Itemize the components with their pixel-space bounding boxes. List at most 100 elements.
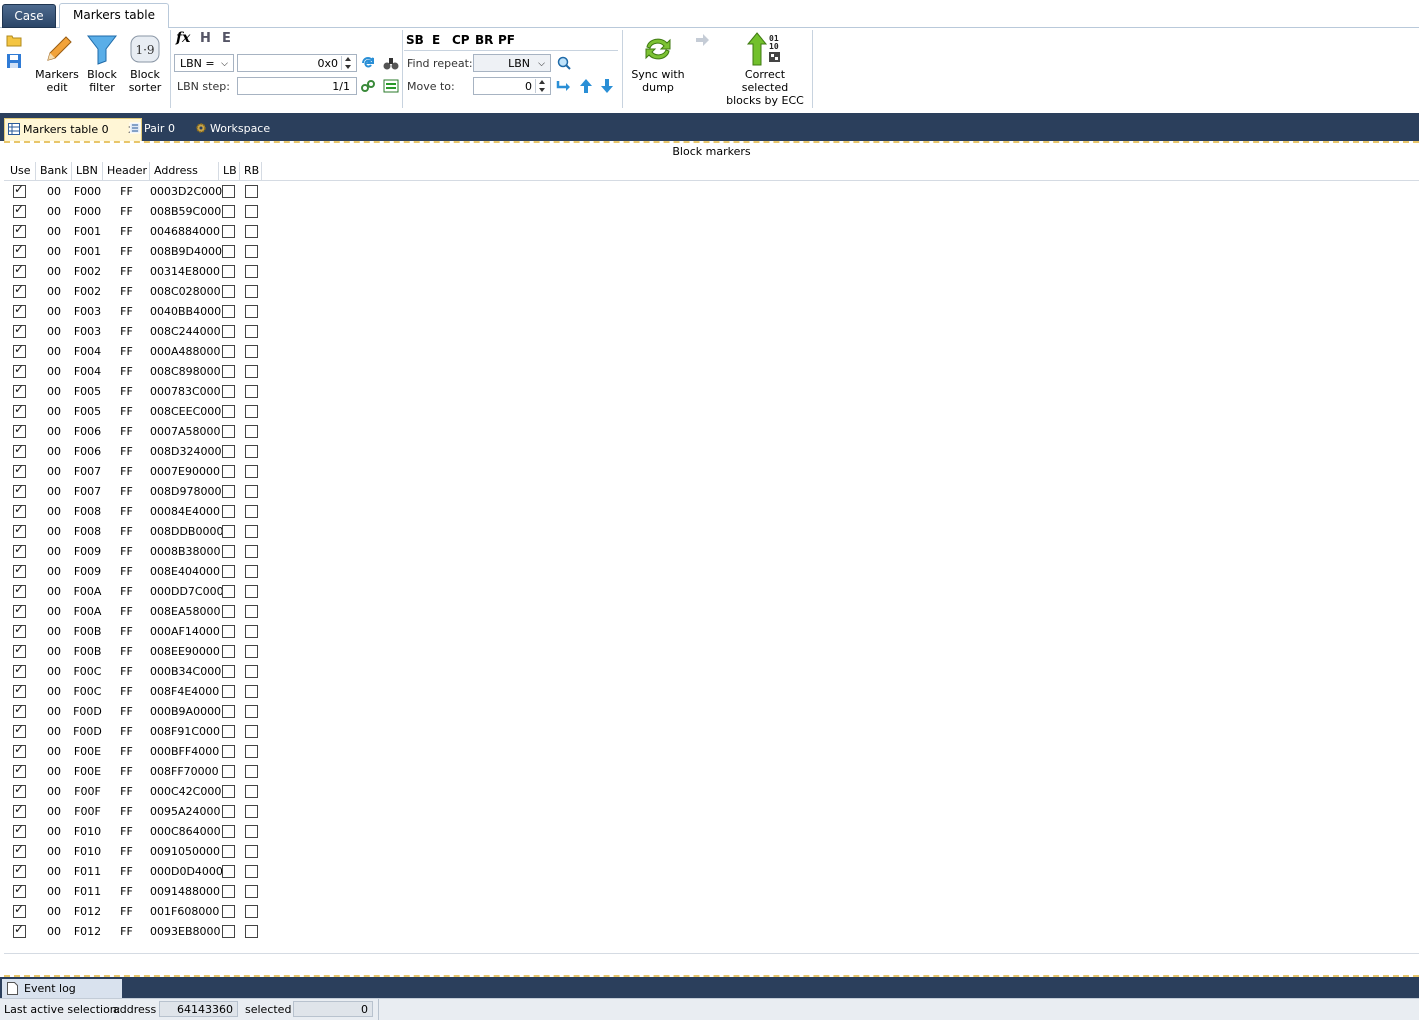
- lb-checkbox[interactable]: [222, 745, 235, 758]
- lb-checkbox[interactable]: [222, 505, 235, 518]
- doc-tab-workspace[interactable]: Workspace: [192, 118, 270, 140]
- column-header-use[interactable]: Use: [6, 162, 36, 180]
- rb-checkbox[interactable]: [245, 465, 258, 478]
- rb-checkbox[interactable]: [245, 505, 258, 518]
- use-checkbox[interactable]: [13, 762, 26, 778]
- use-checkbox[interactable]: [13, 662, 26, 678]
- lbn-condition-select[interactable]: LBN = ⌵: [174, 54, 234, 72]
- table-row[interactable]: 00 F000 FF 0003D2C000: [4, 182, 262, 202]
- use-checkbox[interactable]: [13, 722, 26, 738]
- rb-checkbox[interactable]: [245, 305, 258, 318]
- rb-checkbox[interactable]: [245, 745, 258, 758]
- rb-checkbox[interactable]: [245, 665, 258, 678]
- lb-checkbox[interactable]: [222, 185, 235, 198]
- value-spinner[interactable]: [341, 56, 355, 70]
- table-row[interactable]: 00 F00B FF 008EE90000: [4, 642, 262, 662]
- search-icon[interactable]: [556, 55, 572, 71]
- sync-with-dump-button[interactable]: Sync with dump: [628, 32, 688, 94]
- lb-checkbox[interactable]: [222, 265, 235, 278]
- table-row[interactable]: 00 F00A FF 008EA58000: [4, 602, 262, 622]
- rb-checkbox[interactable]: [245, 345, 258, 358]
- block-filter-button[interactable]: Block filter: [80, 32, 124, 94]
- lb-checkbox[interactable]: [222, 485, 235, 498]
- rb-checkbox[interactable]: [245, 185, 258, 198]
- doc-tab-markers-table[interactable]: Markers table 0 ✕: [4, 118, 142, 141]
- use-checkbox[interactable]: [13, 402, 26, 418]
- table-row[interactable]: 00 F009 FF 008E404000: [4, 562, 262, 582]
- rb-checkbox[interactable]: [245, 545, 258, 558]
- rb-checkbox[interactable]: [245, 265, 258, 278]
- flag-pf[interactable]: PF: [498, 33, 515, 47]
- use-checkbox[interactable]: [13, 542, 26, 558]
- use-checkbox[interactable]: [13, 622, 26, 638]
- lb-checkbox[interactable]: [222, 625, 235, 638]
- event-log-explorer-tab[interactable]: Event log explorer: [2, 979, 122, 1014]
- lb-checkbox[interactable]: [222, 585, 235, 598]
- lb-checkbox[interactable]: [222, 305, 235, 318]
- rb-checkbox[interactable]: [245, 925, 258, 938]
- markers-grid[interactable]: Use Bank LBN Header Address LB RB 00 F000…: [4, 161, 1419, 951]
- use-checkbox[interactable]: [13, 302, 26, 318]
- table-row[interactable]: 00 F00A FF 000DD7C000: [4, 582, 262, 602]
- lb-checkbox[interactable]: [222, 705, 235, 718]
- table-row[interactable]: 00 F006 FF 008D324000: [4, 442, 262, 462]
- rb-checkbox[interactable]: [245, 285, 258, 298]
- rb-checkbox[interactable]: [245, 685, 258, 698]
- tab-markers-table[interactable]: Markers table: [59, 3, 169, 29]
- use-checkbox[interactable]: [13, 522, 26, 538]
- column-header-bank[interactable]: Bank: [36, 162, 72, 180]
- table-row[interactable]: 00 F011 FF 0091488000: [4, 882, 262, 902]
- table-row[interactable]: 00 F00F FF 0095A24000: [4, 802, 262, 822]
- table-row[interactable]: 00 F001 FF 008B9D4000: [4, 242, 262, 262]
- table-row[interactable]: 00 F001 FF 0046884000: [4, 222, 262, 242]
- block-sorter-button[interactable]: 1·9 Block sorter: [124, 32, 166, 94]
- table-row[interactable]: 00 F00E FF 008FF70000: [4, 762, 262, 782]
- rb-checkbox[interactable]: [245, 625, 258, 638]
- doc-tab-pair[interactable]: Pair 0: [126, 118, 175, 140]
- rb-checkbox[interactable]: [245, 445, 258, 458]
- column-header-lb[interactable]: LB: [219, 162, 240, 180]
- rb-checkbox[interactable]: [245, 905, 258, 918]
- use-checkbox[interactable]: [13, 422, 26, 438]
- table-row[interactable]: 00 F005 FF 000783C000: [4, 382, 262, 402]
- rb-checkbox[interactable]: [245, 765, 258, 778]
- flag-e[interactable]: E: [432, 33, 440, 47]
- lb-checkbox[interactable]: [222, 385, 235, 398]
- use-checkbox[interactable]: [13, 202, 26, 218]
- rb-checkbox[interactable]: [245, 485, 258, 498]
- lb-checkbox[interactable]: [222, 605, 235, 618]
- table-row[interactable]: 00 F004 FF 008C898000: [4, 362, 262, 382]
- use-checkbox[interactable]: [13, 742, 26, 758]
- lb-checkbox[interactable]: [222, 525, 235, 538]
- lb-checkbox[interactable]: [222, 845, 235, 858]
- table-row[interactable]: 00 F008 FF 00084E4000: [4, 502, 262, 522]
- rb-checkbox[interactable]: [245, 705, 258, 718]
- table-row[interactable]: 00 F00F FF 000C42C000: [4, 782, 262, 802]
- table-row[interactable]: 00 F005 FF 008CEEC000: [4, 402, 262, 422]
- lb-checkbox[interactable]: [222, 345, 235, 358]
- lb-checkbox[interactable]: [222, 325, 235, 338]
- table-row[interactable]: 00 F010 FF 0091050000: [4, 842, 262, 862]
- table-row[interactable]: 00 F012 FF 001F608000: [4, 902, 262, 922]
- lb-checkbox[interactable]: [222, 365, 235, 378]
- table-row[interactable]: 00 F007 FF 0007E90000: [4, 462, 262, 482]
- use-checkbox[interactable]: [13, 502, 26, 518]
- open-folder-icon[interactable]: [6, 32, 22, 48]
- use-checkbox[interactable]: [13, 342, 26, 358]
- column-header-lbn[interactable]: LBN: [72, 162, 103, 180]
- flag-br[interactable]: BR: [475, 33, 493, 47]
- forward-arrow-icon[interactable]: [694, 32, 710, 48]
- correct-by-ecc-button[interactable]: 01 10 Correct selected blocks by ECC: [720, 32, 810, 107]
- table-row[interactable]: 00 F00B FF 000AF14000: [4, 622, 262, 642]
- table-row[interactable]: 00 F003 FF 0040BB4000: [4, 302, 262, 322]
- lb-checkbox[interactable]: [222, 665, 235, 678]
- lb-checkbox[interactable]: [222, 645, 235, 658]
- rb-checkbox[interactable]: [245, 565, 258, 578]
- rb-checkbox[interactable]: [245, 205, 258, 218]
- table-row[interactable]: 00 F004 FF 000A488000: [4, 342, 262, 362]
- lb-checkbox[interactable]: [222, 805, 235, 818]
- move-to-input[interactable]: 0: [473, 77, 551, 95]
- binoculars-icon[interactable]: [383, 55, 399, 71]
- rb-checkbox[interactable]: [245, 605, 258, 618]
- use-checkbox[interactable]: [13, 282, 26, 298]
